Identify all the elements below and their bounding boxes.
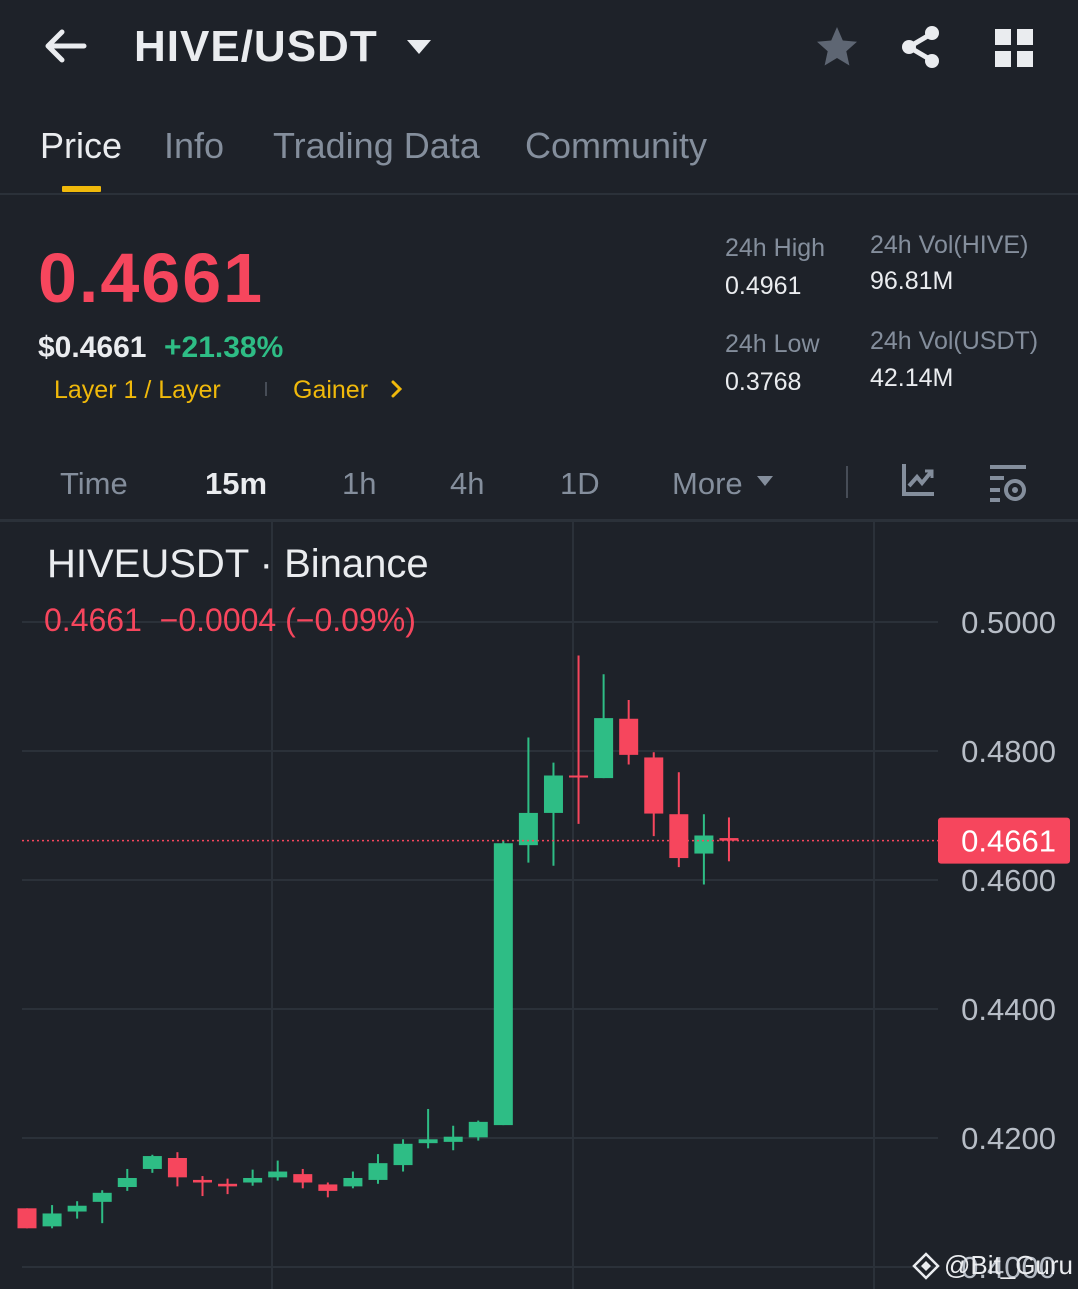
candle-body — [92, 1192, 112, 1202]
candle-body — [368, 1163, 388, 1180]
tag-layer[interactable]: Layer 1 / Layer — [54, 374, 221, 406]
active-tab-indicator — [62, 186, 101, 192]
indicator-icon[interactable] — [898, 460, 938, 500]
current-price-label: 0.4661 — [961, 824, 1056, 859]
price-tick-label: 0.4200 — [961, 1121, 1056, 1156]
high-label: 24h High — [725, 234, 826, 262]
candle-body — [669, 814, 689, 859]
candle-body — [42, 1213, 62, 1227]
interval-1h[interactable]: 1h — [342, 464, 376, 504]
price-tick-label: 0.4800 — [961, 734, 1056, 769]
candle-body — [268, 1171, 288, 1178]
caret-down-icon[interactable] — [756, 474, 774, 488]
price-tick-label: 0.4600 — [961, 863, 1056, 898]
candles — [17, 655, 739, 1229]
change-percent: +21.38% — [164, 331, 284, 364]
candle-body — [644, 757, 664, 814]
grid-icon[interactable] — [992, 26, 1036, 70]
chart-settings-icon[interactable] — [986, 460, 1030, 504]
vol-quote-label: 24h Vol(USDT) — [870, 327, 1039, 355]
interval-4h[interactable]: 4h — [450, 464, 484, 504]
candle-body — [694, 835, 714, 854]
interval-more[interactable]: More — [672, 464, 743, 504]
interval-divider — [846, 466, 848, 498]
candle-body — [293, 1174, 313, 1183]
candle-body — [243, 1177, 263, 1183]
candle-body — [318, 1184, 338, 1191]
vol-base-label: 24h Vol(HIVE) — [870, 231, 1029, 259]
candle-body — [468, 1121, 488, 1138]
high-value: 0.4961 — [725, 272, 802, 300]
chart-change-line: 0.4661 −0.0004 (−0.09%) — [44, 602, 416, 638]
tab-info[interactable]: Info — [164, 122, 224, 170]
tabs-divider — [0, 193, 1078, 195]
interval-1d[interactable]: 1D — [560, 464, 600, 504]
interval-15m[interactable]: 15m — [205, 464, 267, 504]
candle-body — [192, 1179, 212, 1183]
price-axis: 0.50000.48000.46000.44000.42000.40000.46… — [22, 605, 1070, 1285]
back-arrow-icon[interactable] — [40, 24, 90, 68]
candle-body — [543, 775, 563, 813]
candle-body — [493, 843, 513, 1126]
low-value: 0.3768 — [725, 368, 802, 396]
star-icon[interactable] — [814, 24, 860, 70]
price-tick-label: 0.4400 — [961, 992, 1056, 1027]
candle-body — [142, 1156, 162, 1169]
chevron-right-icon[interactable] — [386, 378, 408, 400]
caret-down-icon[interactable] — [405, 32, 433, 60]
tag-separator — [265, 382, 267, 396]
binance-logo-icon — [912, 1252, 940, 1280]
low-label: 24h Low — [725, 330, 820, 358]
tab-community[interactable]: Community — [525, 122, 707, 170]
candle-body — [67, 1205, 87, 1212]
pair-title[interactable]: HIVE/USDT — [134, 18, 378, 76]
usd-price: $0.4661 — [38, 331, 147, 364]
price-tick-label: 0.5000 — [961, 605, 1056, 640]
tag-gainer[interactable]: Gainer — [293, 374, 368, 406]
candle-body — [117, 1177, 137, 1188]
candle-body — [17, 1208, 37, 1229]
vol-base-value: 96.81M — [870, 267, 954, 295]
last-price: 0.4661 — [38, 239, 265, 317]
vol-quote-value: 42.14M — [870, 364, 954, 392]
candle-body — [443, 1136, 463, 1142]
candle-body — [167, 1157, 187, 1178]
tab-trading-data[interactable]: Trading Data — [273, 122, 480, 170]
chart-symbol: HIVEUSDT · Binance — [47, 542, 429, 586]
candle-body — [569, 775, 589, 778]
tab-price[interactable]: Price — [40, 122, 122, 170]
candle-body — [343, 1177, 363, 1187]
candle-body — [619, 718, 639, 755]
share-icon[interactable] — [898, 24, 944, 70]
interval-time[interactable]: Time — [60, 464, 128, 504]
watermark: @Bit_Guru — [944, 1250, 1073, 1280]
candle-body — [393, 1143, 413, 1166]
candle-body — [418, 1139, 438, 1144]
candle-body — [594, 718, 614, 779]
candle-body — [218, 1183, 238, 1187]
